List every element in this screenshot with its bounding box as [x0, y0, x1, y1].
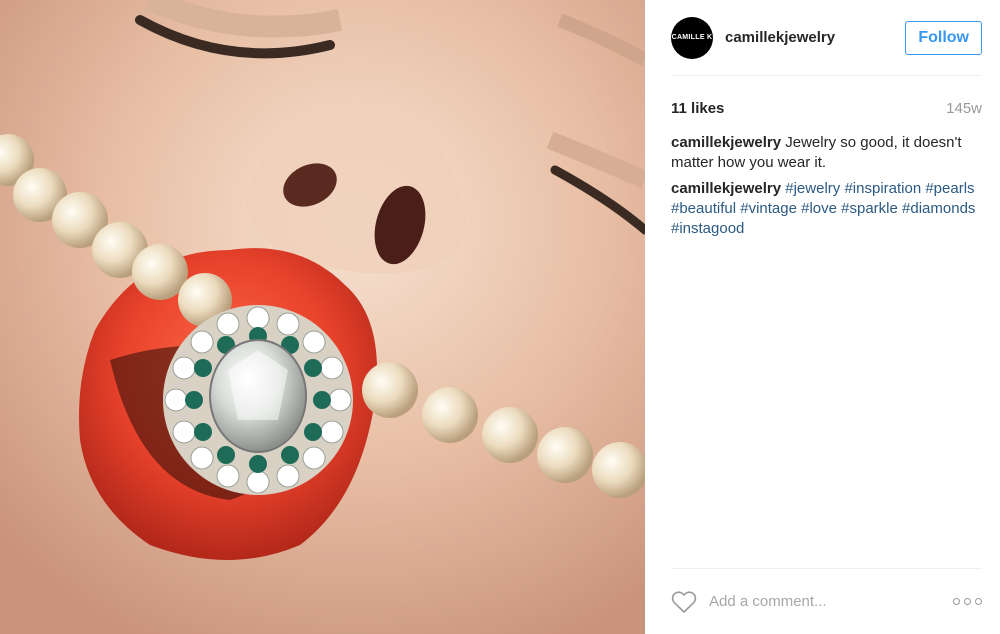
photo-illustration: [0, 0, 645, 634]
post-timestamp[interactable]: 145w: [946, 100, 982, 117]
post-photo[interactable]: [0, 0, 645, 634]
username-link[interactable]: camillekjewelry: [725, 29, 905, 46]
add-comment-input[interactable]: [709, 593, 953, 610]
post-stats: 11 likes 145w: [671, 99, 982, 117]
likes-count[interactable]: 11 likes: [671, 100, 724, 117]
comment-footer: [671, 568, 982, 634]
post-header: CAMILLE K camillekjewelry Follow: [671, 0, 982, 76]
post-sidebar: CAMILLE K camillekjewelry Follow 11 like…: [645, 0, 1000, 634]
dot: [953, 598, 960, 605]
heart-icon[interactable]: [671, 590, 697, 614]
post-caption: camillekjewelry Jewelry so good, it does…: [671, 133, 982, 173]
caption-username[interactable]: camillekjewelry: [671, 134, 781, 151]
follow-button[interactable]: Follow: [905, 20, 982, 55]
dot: [964, 598, 971, 605]
dot: [975, 598, 982, 605]
hashtag-link[interactable]: #jewelry: [785, 180, 840, 197]
avatar-text: CAMILLE K: [671, 34, 713, 41]
comment-username[interactable]: camillekjewelry: [671, 180, 781, 197]
avatar[interactable]: CAMILLE K: [671, 16, 713, 59]
hashtag-link[interactable]: #pearls: [925, 180, 974, 197]
hashtag-link[interactable]: #inspiration: [844, 180, 921, 197]
hashtag-link[interactable]: #beautiful: [671, 200, 736, 217]
hashtag-link[interactable]: #instagood: [671, 220, 744, 237]
hashtag-link[interactable]: #vintage: [740, 200, 797, 217]
more-options-icon[interactable]: [953, 598, 982, 605]
hashtag-link[interactable]: #sparkle: [841, 200, 898, 217]
instagram-post: CAMILLE K camillekjewelry Follow 11 like…: [0, 0, 1000, 634]
hashtag-link[interactable]: #love: [801, 200, 837, 217]
comment-hashtags: camillekjewelry #jewelry #inspiration #p…: [671, 179, 982, 239]
hashtag-link[interactable]: #diamonds: [902, 200, 975, 217]
